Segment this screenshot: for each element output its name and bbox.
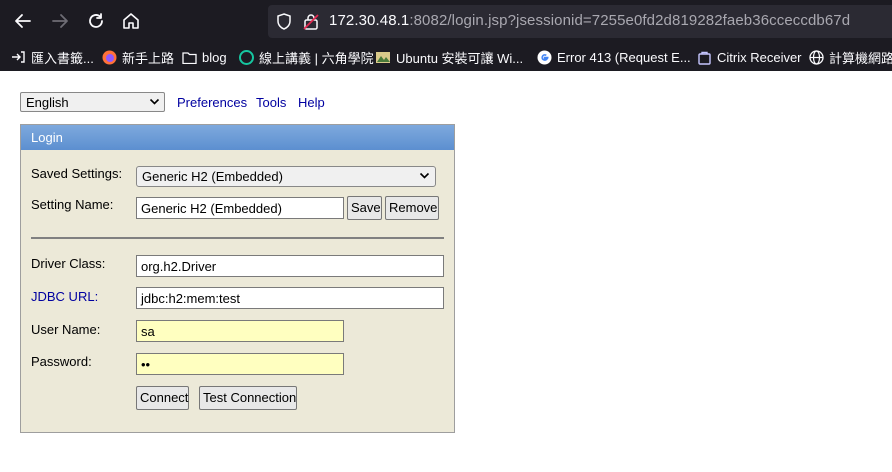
- saved-settings-label: Saved Settings:: [31, 166, 123, 181]
- bookmark-citrix[interactable]: Citrix Receiver: [696, 47, 802, 67]
- back-button[interactable]: [10, 8, 36, 34]
- address-bar[interactable]: 172.30.48.1:8082/login.jsp?jsessionid=72…: [268, 5, 892, 38]
- bookmark-label: Ubuntu 安裝可讓 Wi...: [396, 50, 524, 66]
- h2-console-page: English Preferences Tools Help Login Sav…: [0, 71, 892, 472]
- password-field[interactable]: ••: [136, 353, 344, 375]
- url-text[interactable]: 172.30.48.1:8082/login.jsp?jsessionid=72…: [329, 12, 850, 29]
- back-arrow-icon: [15, 14, 31, 28]
- login-panel: Login Saved Settings: Generic H2 (Embedd…: [20, 124, 455, 433]
- import-icon: [10, 49, 26, 65]
- bookmark-label: Citrix Receiver: [717, 49, 802, 65]
- google-icon: [536, 49, 552, 65]
- reload-icon: [89, 13, 103, 28]
- citrix-icon: [696, 49, 712, 65]
- setting-name-field[interactable]: Generic H2 (Embedded): [136, 197, 344, 219]
- hexschool-icon: [238, 49, 254, 65]
- password-label: Password:: [31, 354, 92, 369]
- firefox-icon: [101, 49, 117, 65]
- bookmark-label: blog: [202, 49, 227, 65]
- chevron-down-icon: [419, 172, 430, 179]
- site-icon: [375, 49, 391, 65]
- login-panel-title: Login: [21, 125, 454, 150]
- home-button[interactable]: [118, 8, 144, 34]
- bookmark-label: 匯入書籤...: [31, 50, 94, 66]
- reload-button[interactable]: [83, 8, 109, 34]
- globe-icon: [808, 49, 824, 65]
- insecure-lock-icon[interactable]: [303, 13, 319, 30]
- test-connection-button[interactable]: Test Connection: [199, 386, 297, 410]
- preferences-link[interactable]: Preferences: [177, 95, 247, 110]
- tools-link[interactable]: Tools: [256, 95, 286, 110]
- driver-class-label: Driver Class:: [31, 256, 106, 271]
- home-icon: [123, 13, 139, 29]
- bookmark-label: 新手上路: [122, 50, 175, 66]
- divider: [31, 237, 444, 239]
- user-name-label: User Name:: [31, 322, 101, 337]
- saved-settings-value: Generic H2 (Embedded): [142, 169, 283, 184]
- language-select[interactable]: English: [20, 92, 165, 112]
- language-select-value: English: [26, 95, 69, 110]
- saved-settings-select[interactable]: Generic H2 (Embedded): [136, 166, 436, 187]
- bookmarks-toolbar: 匯入書籤... 新手上路 blog 線上講義 | 六角學院 Ubuntu 安裝可…: [0, 44, 892, 69]
- chevron-down-icon: [149, 98, 160, 105]
- user-name-field[interactable]: sa: [136, 320, 344, 342]
- driver-class-field[interactable]: org.h2.Driver: [136, 255, 444, 277]
- help-link[interactable]: Help: [298, 95, 325, 110]
- bookmark-computer-networks[interactable]: 計算機網路: [808, 47, 892, 67]
- bookmark-label: 線上講義 | 六角學院: [259, 50, 374, 66]
- save-button[interactable]: Save: [347, 196, 382, 220]
- remove-button[interactable]: Remove: [385, 196, 439, 220]
- url-path: :8082/login.jsp?jsessionid=7255e0fd2d819…: [409, 12, 851, 29]
- bookmark-hexschool[interactable]: 線上講義 | 六角學院: [238, 47, 374, 67]
- bookmark-folder-blog[interactable]: blog: [181, 47, 227, 67]
- forward-button[interactable]: [47, 8, 73, 34]
- setting-name-label: Setting Name:: [31, 197, 114, 212]
- jdbc-url-link[interactable]: JDBC URL:: [31, 289, 98, 304]
- bookmark-ubuntu[interactable]: Ubuntu 安裝可讓 Wi...: [375, 47, 523, 67]
- browser-chrome: 172.30.48.1:8082/login.jsp?jsessionid=72…: [0, 0, 892, 71]
- connect-button[interactable]: Connect: [136, 386, 189, 410]
- bookmark-label: 計算機網路: [829, 50, 892, 66]
- folder-icon: [181, 49, 197, 65]
- bookmark-getting-started[interactable]: 新手上路: [101, 47, 174, 67]
- navigation-toolbar: 172.30.48.1:8082/login.jsp?jsessionid=72…: [0, 0, 892, 42]
- tracking-protection-shield-icon[interactable]: [276, 13, 292, 30]
- bookmark-import[interactable]: 匯入書籤...: [10, 47, 94, 67]
- jdbc-url-field[interactable]: jdbc:h2:mem:test: [136, 287, 444, 309]
- bookmark-label: Error 413 (Request E...: [557, 49, 691, 65]
- bookmark-error-413[interactable]: Error 413 (Request E...: [536, 47, 691, 67]
- url-host: 172.30.48.1: [329, 12, 410, 29]
- forward-arrow-icon: [52, 14, 68, 28]
